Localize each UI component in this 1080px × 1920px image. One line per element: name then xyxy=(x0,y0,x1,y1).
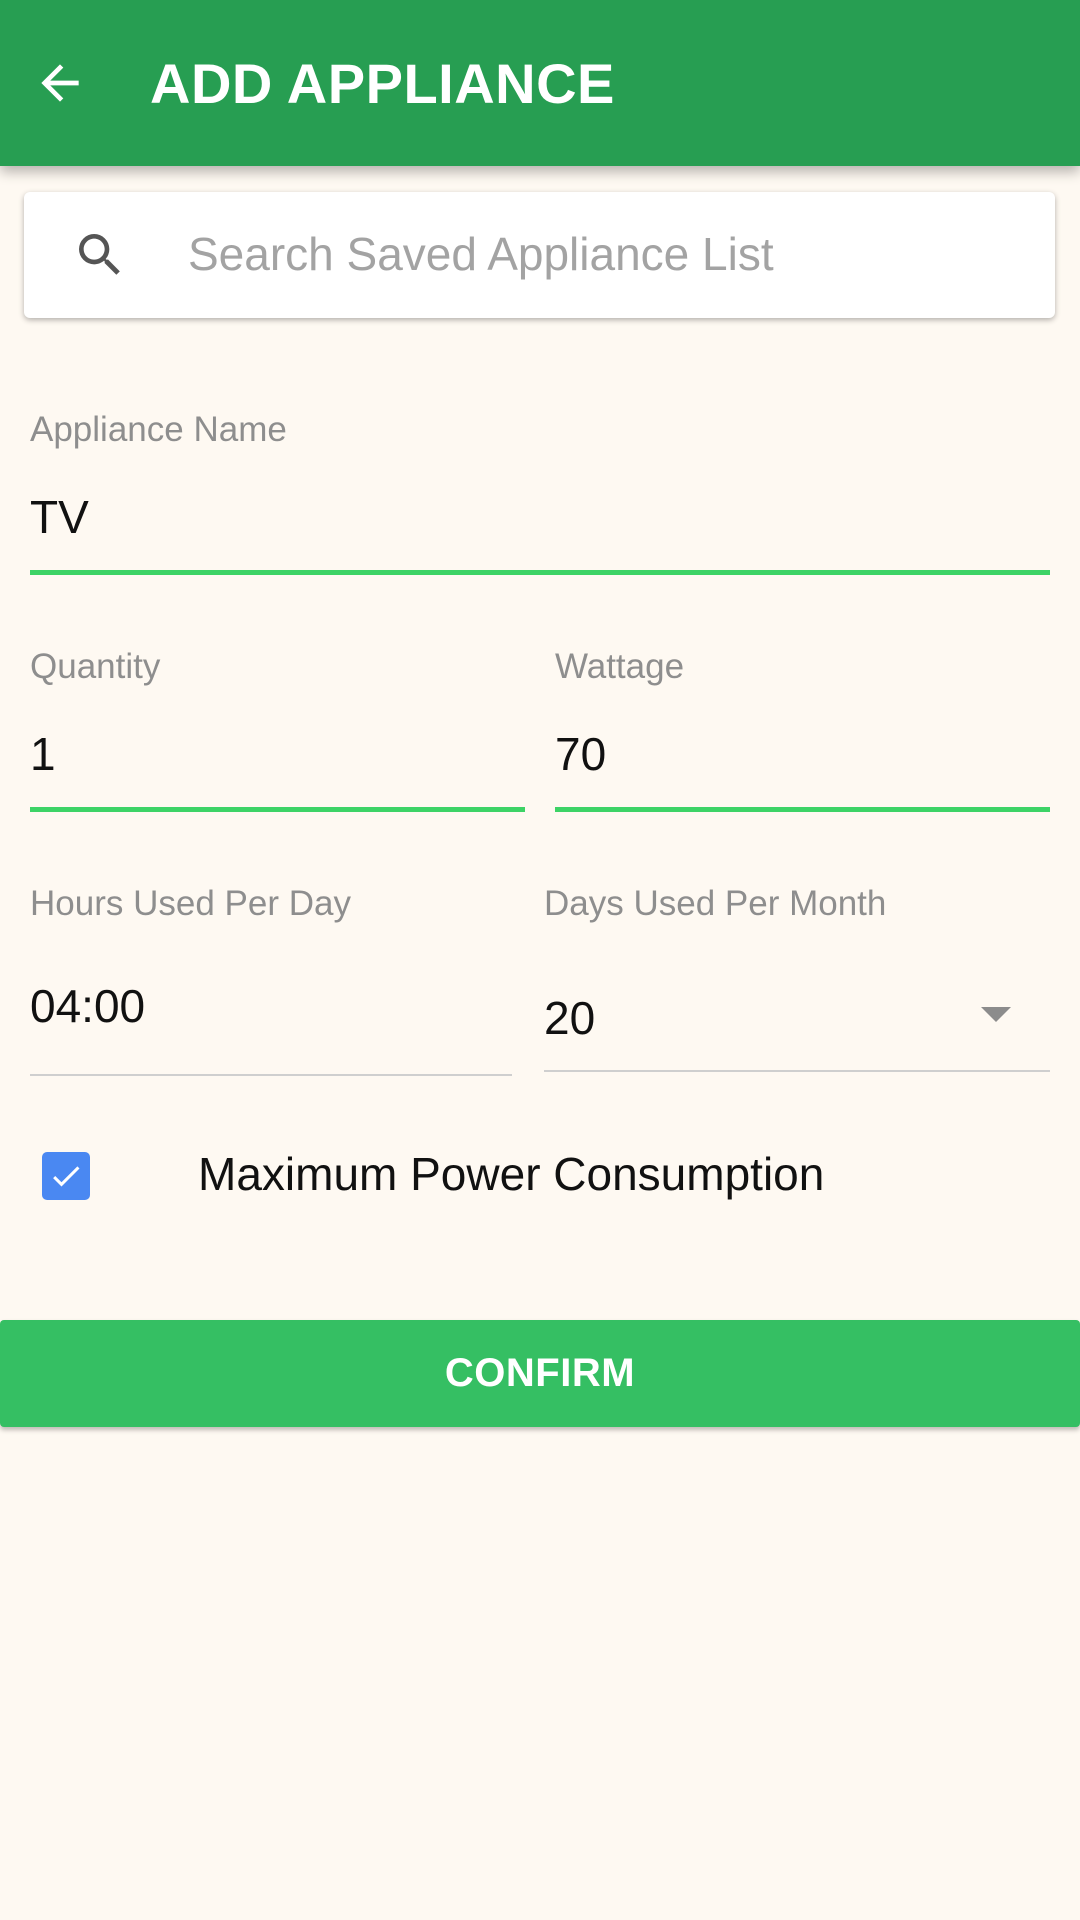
hours-per-day-underline xyxy=(30,1074,512,1076)
days-per-month-label: Days Used Per Month xyxy=(544,884,887,923)
days-per-month-underline xyxy=(544,1070,1050,1072)
quantity-underline xyxy=(30,807,525,812)
quantity-field[interactable]: 1 xyxy=(30,726,56,782)
max-power-label: Maximum Power Consumption xyxy=(198,1148,825,1200)
app-bar: ADD APPLIANCE xyxy=(0,0,1080,166)
appliance-name-field[interactable]: TV xyxy=(30,489,89,545)
wattage-field[interactable]: 70 xyxy=(555,726,606,782)
search-input[interactable] xyxy=(188,222,1028,286)
back-button[interactable] xyxy=(22,40,98,126)
hours-per-day-field[interactable]: 04:00 xyxy=(30,978,145,1034)
confirm-button[interactable]: CONFIRM xyxy=(0,1320,1080,1427)
max-power-checkbox[interactable] xyxy=(42,1152,90,1200)
hours-per-day-label: Hours Used Per Day xyxy=(30,884,351,923)
chevron-down-icon[interactable] xyxy=(981,1007,1011,1022)
wattage-label: Wattage xyxy=(555,647,685,686)
days-per-month-select[interactable]: 20 xyxy=(544,990,595,1046)
page-title: ADD APPLIANCE xyxy=(150,52,615,115)
appliance-name-underline xyxy=(30,570,1050,575)
checkmark-icon xyxy=(53,1166,80,1187)
wattage-underline xyxy=(555,807,1050,812)
appliance-name-label: Appliance Name xyxy=(30,410,287,449)
search-icon xyxy=(79,234,120,275)
arrow-left-icon xyxy=(41,64,79,102)
quantity-label: Quantity xyxy=(30,647,161,686)
